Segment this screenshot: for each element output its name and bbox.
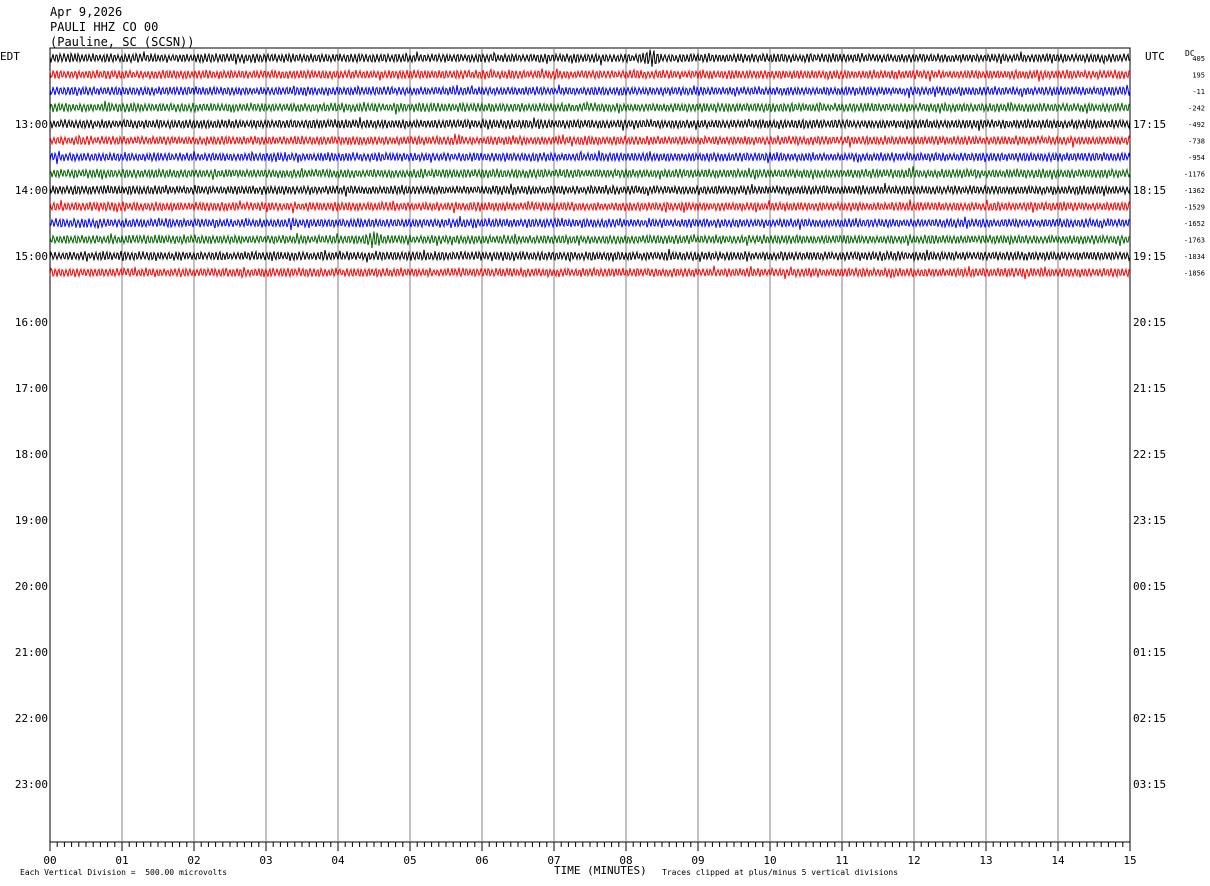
dc-offset-label: -492 — [1188, 121, 1205, 129]
left-hour-label: 14:00 — [15, 184, 48, 197]
seismic-trace — [49, 149, 1131, 165]
right-hour-label: 03:15 — [1133, 778, 1166, 791]
right-hour-label: 17:15 — [1133, 118, 1166, 131]
dc-offset-label: -738 — [1188, 138, 1205, 146]
right-hour-label: 19:15 — [1133, 250, 1166, 263]
plot-date: Apr 9,2026 — [50, 5, 123, 19]
x-tick-label: 09 — [691, 854, 704, 867]
right-hour-label: 23:15 — [1133, 514, 1166, 527]
right-hour-label: 22:15 — [1133, 448, 1166, 461]
x-tick-label: 10 — [763, 854, 776, 867]
seismic-trace — [49, 84, 1131, 99]
seismic-trace — [49, 265, 1131, 280]
dc-label: DC — [1185, 49, 1195, 58]
left-hour-label: 16:00 — [15, 316, 48, 329]
clip-note: Traces clipped at plus/minus 5 vertical … — [662, 868, 899, 877]
seismic-trace — [49, 199, 1131, 214]
x-tick-label: 15 — [1123, 854, 1136, 867]
left-hour-label: 15:00 — [15, 250, 48, 263]
seismic-trace — [49, 100, 1131, 115]
dc-offset-label: 195 — [1192, 72, 1205, 80]
left-hour-label: 13:00 — [15, 118, 48, 131]
x-tick-label: 12 — [907, 854, 920, 867]
left-hour-label: 21:00 — [15, 646, 48, 659]
left-timezone-label: EDT — [0, 50, 20, 63]
seismic-trace — [49, 117, 1131, 131]
right-hour-label: 01:15 — [1133, 646, 1166, 659]
right-timezone-label: UTC — [1145, 50, 1165, 63]
x-tick-label: 00 — [43, 854, 56, 867]
left-hour-label: 19:00 — [15, 514, 48, 527]
station-location: (Pauline, SC (SCSN)) — [50, 35, 195, 49]
seismogram-plot: 00 01 02 03 04 05 06 07 08 09 10 11 12 13 14 1513:0014:… — [15, 47, 1205, 867]
left-hour-label: 23:00 — [15, 778, 48, 791]
right-hour-label: 18:15 — [1133, 184, 1166, 197]
x-tick-label: 04 — [331, 854, 345, 867]
dc-offset-label: -954 — [1188, 154, 1205, 162]
dc-offset-label: -1362 — [1184, 187, 1205, 195]
dc-offset-label: -1176 — [1184, 171, 1205, 179]
seismic-trace — [49, 49, 1131, 67]
left-hour-label: 18:00 — [15, 448, 48, 461]
dc-offset-label: -11 — [1192, 88, 1205, 96]
left-hour-label: 20:00 — [15, 580, 48, 593]
x-tick-label: 06 — [475, 854, 488, 867]
seismic-trace — [49, 248, 1131, 263]
seismic-trace — [49, 67, 1131, 82]
right-hour-label: 20:15 — [1133, 316, 1166, 329]
x-tick-label: 03 — [259, 854, 272, 867]
x-tick-label: 05 — [403, 854, 416, 867]
plot-frame — [49, 47, 1131, 843]
seismic-trace — [49, 133, 1131, 148]
right-hour-label: 21:15 — [1133, 382, 1166, 395]
dc-offset-label: -1529 — [1184, 204, 1205, 212]
seismic-trace — [49, 216, 1131, 231]
dc-offset-label: -1834 — [1184, 253, 1205, 261]
dc-offset-label: -242 — [1188, 105, 1205, 113]
seismic-trace — [49, 231, 1131, 249]
station-name: PAULI HHZ CO 00 — [50, 20, 159, 34]
seismic-trace — [49, 182, 1131, 197]
right-hour-label: 02:15 — [1133, 712, 1166, 725]
vertical-scale-note: Each Vertical Division = 500.00 microvol… — [20, 868, 228, 877]
x-tick-label: 13 — [979, 854, 992, 867]
left-hour-label: 22:00 — [15, 712, 48, 725]
x-tick-label: 11 — [835, 854, 848, 867]
x-tick-label: 14 — [1051, 854, 1065, 867]
x-axis-title: TIME (MINUTES) — [554, 864, 647, 877]
dc-offset-label: -1763 — [1184, 237, 1205, 245]
x-tick-label: 01 — [115, 854, 128, 867]
x-tick-label: 02 — [187, 854, 200, 867]
dc-offset-label: -1856 — [1184, 270, 1205, 278]
right-hour-label: 00:15 — [1133, 580, 1166, 593]
left-hour-label: 17:00 — [15, 382, 48, 395]
seismic-trace — [49, 166, 1131, 180]
dc-offset-label: -1652 — [1184, 220, 1205, 228]
